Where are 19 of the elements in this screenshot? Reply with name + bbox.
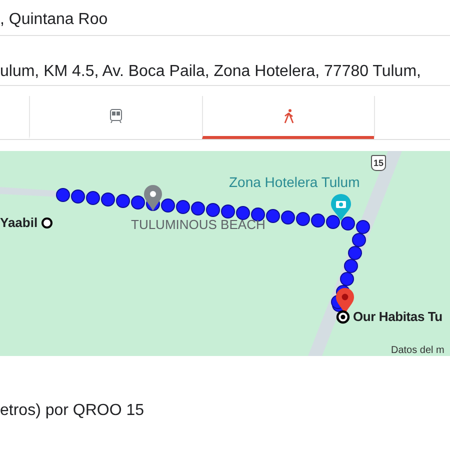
- end-point-icon: [336, 310, 350, 324]
- map[interactable]: 15 Zona Hotelera Tulum Yaabil TULUMINOUS BEACH Our Habitas Tu Datos del m: [0, 151, 450, 356]
- destination-pin-icon: [336, 288, 354, 314]
- place-label: Our Habitas Tu: [353, 309, 442, 324]
- start-point-icon: [40, 216, 53, 228]
- poi-label: TULUMINOUS BEACH: [131, 217, 266, 232]
- area-label: Zona Hotelera Tulum: [229, 174, 360, 190]
- travel-mode-tab[interactable]: [202, 96, 374, 139]
- map-pin-icon: [144, 185, 162, 211]
- map-attribution: Datos del m: [391, 345, 444, 356]
- route-shield: 15: [371, 155, 386, 171]
- walking-person-icon: [284, 108, 294, 124]
- footpath: [0, 187, 60, 197]
- origin-field[interactable]: , Quintana Roo: [0, 0, 450, 36]
- route-summary: etros) por QROO 15: [0, 402, 146, 420]
- camera-pin-icon: [331, 194, 351, 221]
- train-icon: [110, 109, 122, 123]
- place-label: Yaabil: [0, 215, 38, 230]
- destination-field[interactable]: ulum, KM 4.5, Av. Boca Paila, Zona Hotelera, 77780 Tulum,: [0, 49, 450, 86]
